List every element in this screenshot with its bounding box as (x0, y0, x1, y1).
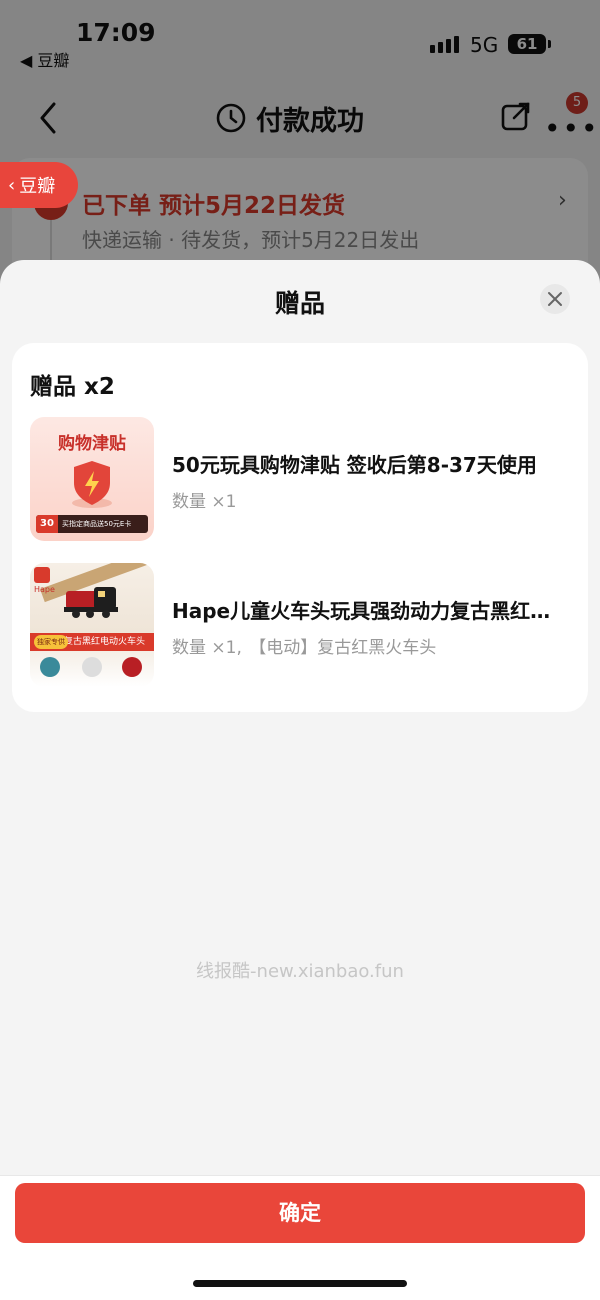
gift-item-quantity-text: 数量 ×1, (172, 638, 242, 658)
close-icon (548, 292, 562, 306)
gift-thumbnail: 购物津贴 30 买指定商品送50元E卡 (30, 417, 154, 541)
thumb-pill: 独家专供 (34, 635, 68, 649)
hape-logo-icon (34, 567, 50, 583)
thumb-brand: Hape (34, 585, 55, 594)
sheet-title: 赠品 (274, 289, 325, 318)
sheet-footer: 确定 (0, 1175, 600, 1300)
gift-item-name: Hape儿童火车头玩具强劲动力复古黑红电动火车头 (172, 599, 568, 623)
gift-item-variant: 【电动】复古红黑火车头 (249, 638, 437, 658)
gift-sheet: 赠品 赠品 x2 购物津贴 30 买指定商品送50元E卡 50元玩具购物津贴 签… (0, 260, 600, 1300)
gift-item[interactable]: Hape 复古黑红电动火车头 独家专供 Hape儿童火车头玩具强劲动力复古黑红电… (30, 563, 570, 687)
gift-item-quantity: 数量 ×1 (172, 492, 237, 512)
feature-icon (40, 657, 60, 677)
feature-icon (82, 657, 102, 677)
douban-pill-label: 豆瓣 (19, 176, 56, 197)
confirm-button[interactable]: 确定 (15, 1183, 585, 1243)
gift-item[interactable]: 购物津贴 30 买指定商品送50元E卡 50元玩具购物津贴 签收后第8-37天使… (30, 417, 570, 541)
train-icon (64, 587, 118, 618)
thumb-bar-text: 买指定商品送50元E卡 (62, 520, 132, 528)
chevron-left-icon: ‹ (8, 174, 16, 196)
thumb-chip: 30 (36, 515, 58, 533)
gift-list-card: 赠品 x2 购物津贴 30 买指定商品送50元E卡 50元玩具购物津贴 签收后第… (12, 343, 588, 712)
thumb-title: 购物津贴 (58, 434, 126, 454)
gift-item-quantity: 数量 ×1, 【电动】复古红黑火车头 (172, 633, 436, 658)
feature-icon (122, 657, 142, 677)
douban-return-pill[interactable]: ‹ 豆瓣 (0, 162, 78, 208)
home-indicator[interactable] (193, 1280, 407, 1287)
gift-thumbnail: Hape 复古黑红电动火车头 独家专供 (30, 563, 154, 687)
close-button[interactable] (540, 284, 570, 314)
gift-item-name: 50元玩具购物津贴 签收后第8-37天使用 (172, 453, 537, 477)
modal-dim-overlay[interactable] (0, 0, 600, 300)
thumb-promo-bar: 30 买指定商品送50元E卡 (36, 515, 148, 533)
watermark-text: 线报酷-new.xianbao.fun (196, 961, 404, 982)
gift-count-heading: 赠品 x2 (30, 374, 115, 400)
shield-icon (72, 461, 112, 508)
